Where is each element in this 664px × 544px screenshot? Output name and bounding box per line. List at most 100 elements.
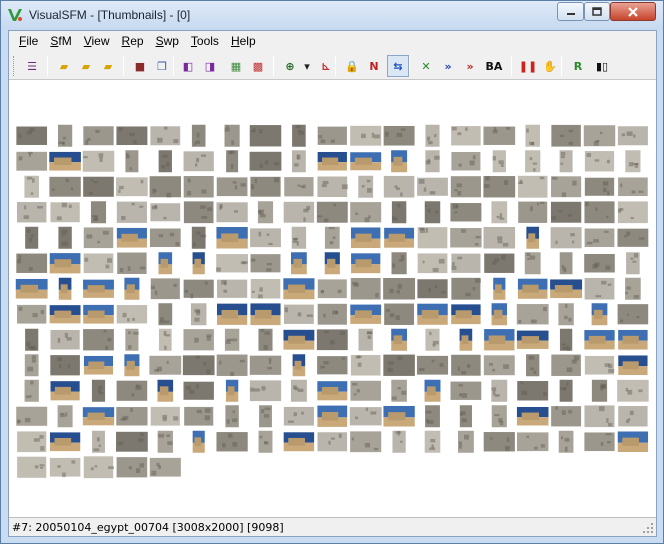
thumbnail[interactable]	[216, 227, 248, 249]
thumbnail[interactable]	[491, 405, 507, 428]
thumbnail[interactable]	[618, 406, 648, 427]
thumbnail[interactable]	[216, 279, 248, 298]
thumbnail[interactable]	[317, 176, 348, 197]
thumbnail[interactable]	[525, 150, 541, 173]
menu-tools[interactable]: Tools	[185, 32, 225, 51]
thumbnail[interactable]	[617, 126, 648, 146]
thumbnail[interactable]	[317, 381, 348, 401]
thumbnail[interactable]	[224, 124, 240, 147]
thumbnail[interactable]	[249, 380, 282, 402]
thumbnail[interactable]	[516, 407, 549, 426]
thumbnail[interactable]	[17, 304, 47, 324]
thumbnail[interactable]	[358, 328, 373, 351]
thumbnail[interactable]	[183, 279, 214, 299]
thumbnail[interactable]	[617, 304, 649, 325]
thumbnail[interactable]	[526, 354, 540, 377]
thumbnail[interactable]	[317, 432, 348, 452]
thumbnail[interactable]	[358, 175, 374, 198]
thumbnail[interactable]	[392, 430, 406, 453]
thumbnail[interactable]	[250, 278, 281, 299]
thumbnail[interactable]	[493, 277, 506, 300]
toolbar-grip[interactable]	[13, 56, 16, 76]
pause-button[interactable]: ❚❚	[517, 55, 539, 77]
thumbnail[interactable]	[190, 303, 207, 326]
thumbnail[interactable]	[50, 202, 80, 223]
thumbnail[interactable]	[591, 379, 608, 402]
thumbnail[interactable]	[216, 202, 248, 223]
thumbnail[interactable]	[283, 304, 314, 324]
thumbnail[interactable]	[391, 201, 407, 224]
lock-button[interactable]: 🔒	[341, 55, 363, 77]
thumbnail[interactable]	[192, 430, 205, 453]
thumbnail[interactable]	[83, 355, 114, 375]
thumbnail[interactable]	[250, 254, 281, 273]
thumbnail[interactable]	[283, 201, 315, 223]
thumbnail[interactable]	[417, 279, 448, 299]
thumbnail[interactable]	[317, 126, 347, 145]
thumbnail[interactable]	[49, 253, 81, 274]
maximize-button[interactable]	[584, 2, 610, 21]
thumbnail[interactable]	[317, 405, 348, 427]
thumbnail[interactable]	[50, 329, 80, 350]
compute-missing-match-button[interactable]: ✕	[415, 55, 437, 77]
thumbnail[interactable]	[150, 406, 180, 426]
thumbnail[interactable]	[91, 379, 106, 402]
thumbnail[interactable]	[16, 253, 48, 273]
thumbnail[interactable]	[291, 252, 307, 275]
menu-help[interactable]: Help	[225, 32, 262, 51]
thumbnail[interactable]	[524, 252, 541, 275]
thumbnail[interactable]	[58, 277, 72, 300]
thumbnail[interactable]	[618, 355, 648, 376]
thumbnail[interactable]	[49, 305, 81, 324]
thumbnail[interactable]	[17, 431, 47, 453]
thumbnail[interactable]	[350, 125, 382, 146]
thumbnail[interactable]	[626, 252, 640, 275]
thumbnail[interactable]	[350, 380, 381, 401]
thumbnail[interactable]	[83, 329, 114, 351]
thumbnail[interactable]	[216, 432, 248, 452]
thumbnail[interactable]	[484, 329, 515, 351]
thumbnail[interactable]	[383, 405, 415, 427]
thumbnail[interactable]	[383, 354, 415, 376]
thumbnail[interactable]	[324, 252, 340, 275]
thumbnail[interactable]	[584, 177, 615, 196]
thumbnail[interactable]	[459, 328, 473, 351]
thumbnail[interactable]	[258, 328, 273, 351]
thumbnail[interactable]	[551, 406, 582, 427]
thumbnail[interactable]	[292, 150, 306, 173]
thumbnail[interactable]	[158, 328, 172, 351]
thumbnail[interactable]	[125, 328, 139, 351]
dense-button[interactable]: ▮▯	[591, 55, 613, 77]
thumbnail[interactable]	[584, 228, 615, 247]
thumbnail[interactable]	[150, 278, 180, 300]
thumbnail[interactable]	[617, 228, 649, 247]
thumbnail[interactable]	[584, 432, 615, 452]
thumbnail[interactable]	[116, 227, 147, 248]
thumbnail[interactable]	[350, 278, 381, 300]
thumbnail[interactable]	[224, 328, 240, 351]
thumbnail[interactable]	[550, 227, 582, 249]
open-multi-images-button[interactable]: ▰	[53, 55, 75, 77]
thumbnail[interactable]	[116, 407, 148, 426]
dropdown-arrow-button[interactable]: ▾	[301, 55, 313, 77]
thumbnail[interactable]	[191, 124, 206, 147]
thumbnail[interactable]	[317, 303, 347, 325]
thumbnail[interactable]	[424, 430, 441, 453]
thumbnail[interactable]	[225, 405, 239, 428]
thumbnail[interactable]	[24, 175, 39, 198]
thumbnail[interactable]	[317, 151, 347, 171]
thumbnail[interactable]	[491, 201, 508, 224]
thumbnail[interactable]	[259, 405, 272, 428]
thumbnail[interactable]	[183, 176, 214, 198]
thumbnail[interactable]	[583, 125, 616, 147]
thumbnail[interactable]	[83, 279, 114, 298]
thumbnail[interactable]	[618, 329, 648, 350]
thumbnail[interactable]	[516, 432, 549, 452]
thumbnail[interactable]	[191, 226, 207, 249]
thumbnail[interactable]	[350, 431, 382, 453]
thumbnail[interactable]	[92, 430, 105, 453]
thumbnail[interactable]	[125, 150, 139, 173]
thumbnail[interactable]	[83, 456, 115, 479]
thumbnail[interactable]	[291, 226, 307, 249]
thumbnail[interactable]	[124, 354, 140, 377]
